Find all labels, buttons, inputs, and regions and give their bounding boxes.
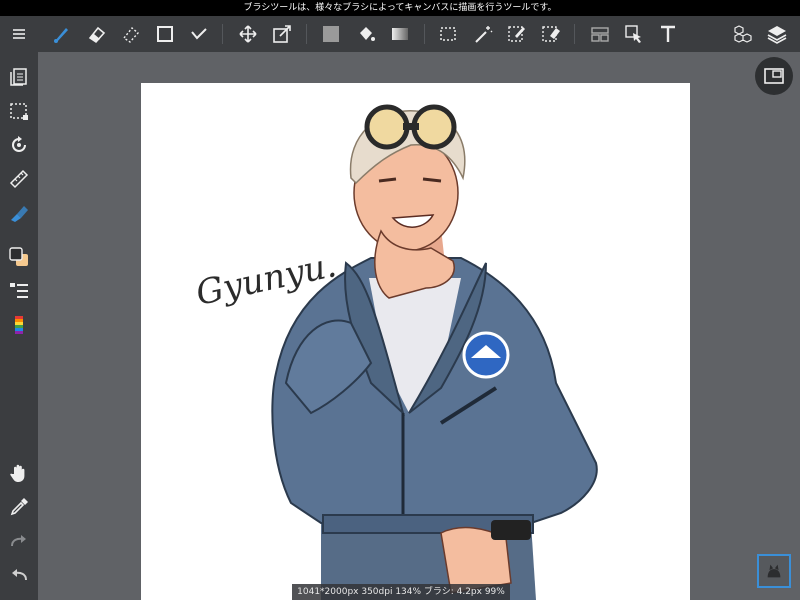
status-bar: ブラシツールは、様々なブラシによってキャンバスに描画を行うツールです。	[0, 0, 800, 16]
selection-icon[interactable]	[0, 94, 38, 128]
transform-icon[interactable]	[265, 16, 299, 52]
fill-color-icon[interactable]	[314, 16, 348, 52]
rotate-icon[interactable]	[0, 128, 38, 162]
quick-access-button[interactable]	[757, 554, 791, 588]
menu-icon[interactable]	[2, 16, 36, 52]
fill-icon[interactable]	[0, 196, 38, 230]
select-check-icon[interactable]	[182, 16, 216, 52]
left-toolbar	[0, 52, 38, 600]
hand-icon[interactable]	[0, 456, 38, 490]
pages-icon[interactable]	[0, 60, 38, 94]
layers-icon[interactable]	[760, 16, 794, 52]
eraser-icon[interactable]	[80, 16, 114, 52]
cat-icon	[767, 564, 781, 578]
material-icon[interactable]	[726, 16, 760, 52]
magic-wand-icon[interactable]	[466, 16, 500, 52]
drawing-canvas[interactable]: Gyunyu.	[141, 83, 690, 600]
layer-list-icon[interactable]	[0, 274, 38, 308]
select-cursor-icon[interactable]	[617, 16, 651, 52]
redo-icon[interactable]	[0, 524, 38, 558]
bucket-icon[interactable]	[349, 16, 383, 52]
artwork-illustration: Gyunyu.	[193, 104, 598, 600]
blur-eraser-icon[interactable]	[114, 16, 148, 52]
brush-icon[interactable]	[45, 16, 79, 52]
frame-icon[interactable]	[583, 16, 617, 52]
ruler-icon[interactable]	[0, 162, 38, 196]
select-pen-icon[interactable]	[500, 16, 534, 52]
navigator-toggle-button[interactable]	[755, 57, 793, 95]
top-toolbar	[0, 16, 800, 52]
navigator-icon	[764, 68, 784, 84]
palette-icon[interactable]	[0, 308, 38, 342]
text-icon[interactable]	[651, 16, 685, 52]
canvas-info-bar: 1041*2000px 350dpi 134% ブラシ: 4.2px 99%	[292, 584, 510, 600]
color-swap-icon[interactable]	[0, 240, 38, 274]
gradient-icon[interactable]	[383, 16, 417, 52]
undo-icon[interactable]	[0, 558, 38, 592]
canvas-info-text: 1041*2000px 350dpi 134% ブラシ: 4.2px 99%	[297, 587, 505, 597]
square-shape-icon[interactable]	[148, 16, 182, 52]
select-rect-icon[interactable]	[431, 16, 465, 52]
move-icon[interactable]	[231, 16, 265, 52]
select-eraser-icon[interactable]	[534, 16, 568, 52]
status-notice: ブラシツールは、様々なブラシによってキャンバスに描画を行うツールです。	[243, 3, 557, 13]
eyedropper-icon[interactable]	[0, 490, 38, 524]
